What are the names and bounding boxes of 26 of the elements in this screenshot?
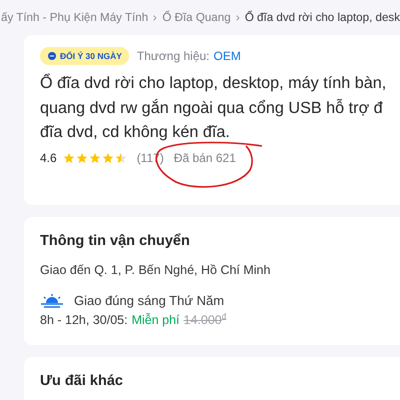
- product-title: đĩa dvd, cd không kén đĩa.: [40, 122, 231, 143]
- brand-link[interactable]: OEM: [214, 49, 241, 63]
- star-icon: [62, 152, 75, 164]
- star-icon: [88, 152, 101, 164]
- sunrise-icon: [40, 294, 64, 308]
- star-icon: [102, 152, 114, 164]
- delivery-option: Giao đúng sáng Thứ Năm: [74, 293, 224, 308]
- product-title: Ổ đĩa dvd rời cho laptop, desktop, máy tính bàn,: [40, 72, 388, 94]
- delivery-time: 8h - 12h, 30/05:: [40, 312, 128, 327]
- breadcrumb-link[interactable]: Ổ đĩa dvd rời cho laptop, desk: [244, 11, 400, 24]
- return-badge: ĐỔI Ý 30 NGÀY: [40, 47, 129, 65]
- delivery-address: Giao đến Q. 1, P. Bến Nghé, Hồ Chí Minh: [40, 263, 272, 277]
- shipping-fee: Miễn phí: [132, 312, 180, 327]
- chevron-icon: [153, 12, 158, 22]
- breadcrumb-link[interactable]: Ổ Đĩa Quang: [162, 11, 231, 24]
- section-title: Ưu đãi khác: [40, 373, 124, 389]
- star-icon: [76, 152, 88, 164]
- chevron-icon: [236, 12, 240, 22]
- product-title: quang dvd rw gắn ngoài qua cổng USB hỗ trợ đ: [40, 98, 384, 118]
- rating-value: 4.6: [40, 150, 57, 164]
- sold-count: Đã bán 621: [174, 150, 236, 164]
- breadcrumb-link[interactable]: ấy Tính - Phụ Kiện Máy Tính: [1, 11, 148, 24]
- old-shipping-fee: 14.000$^{đ}$: [184, 312, 226, 328]
- brand-label: Thương hiệu:: [136, 49, 210, 63]
- section-title: Thông tin vận chuyển: [40, 233, 191, 249]
- star-icon: [114, 152, 127, 164]
